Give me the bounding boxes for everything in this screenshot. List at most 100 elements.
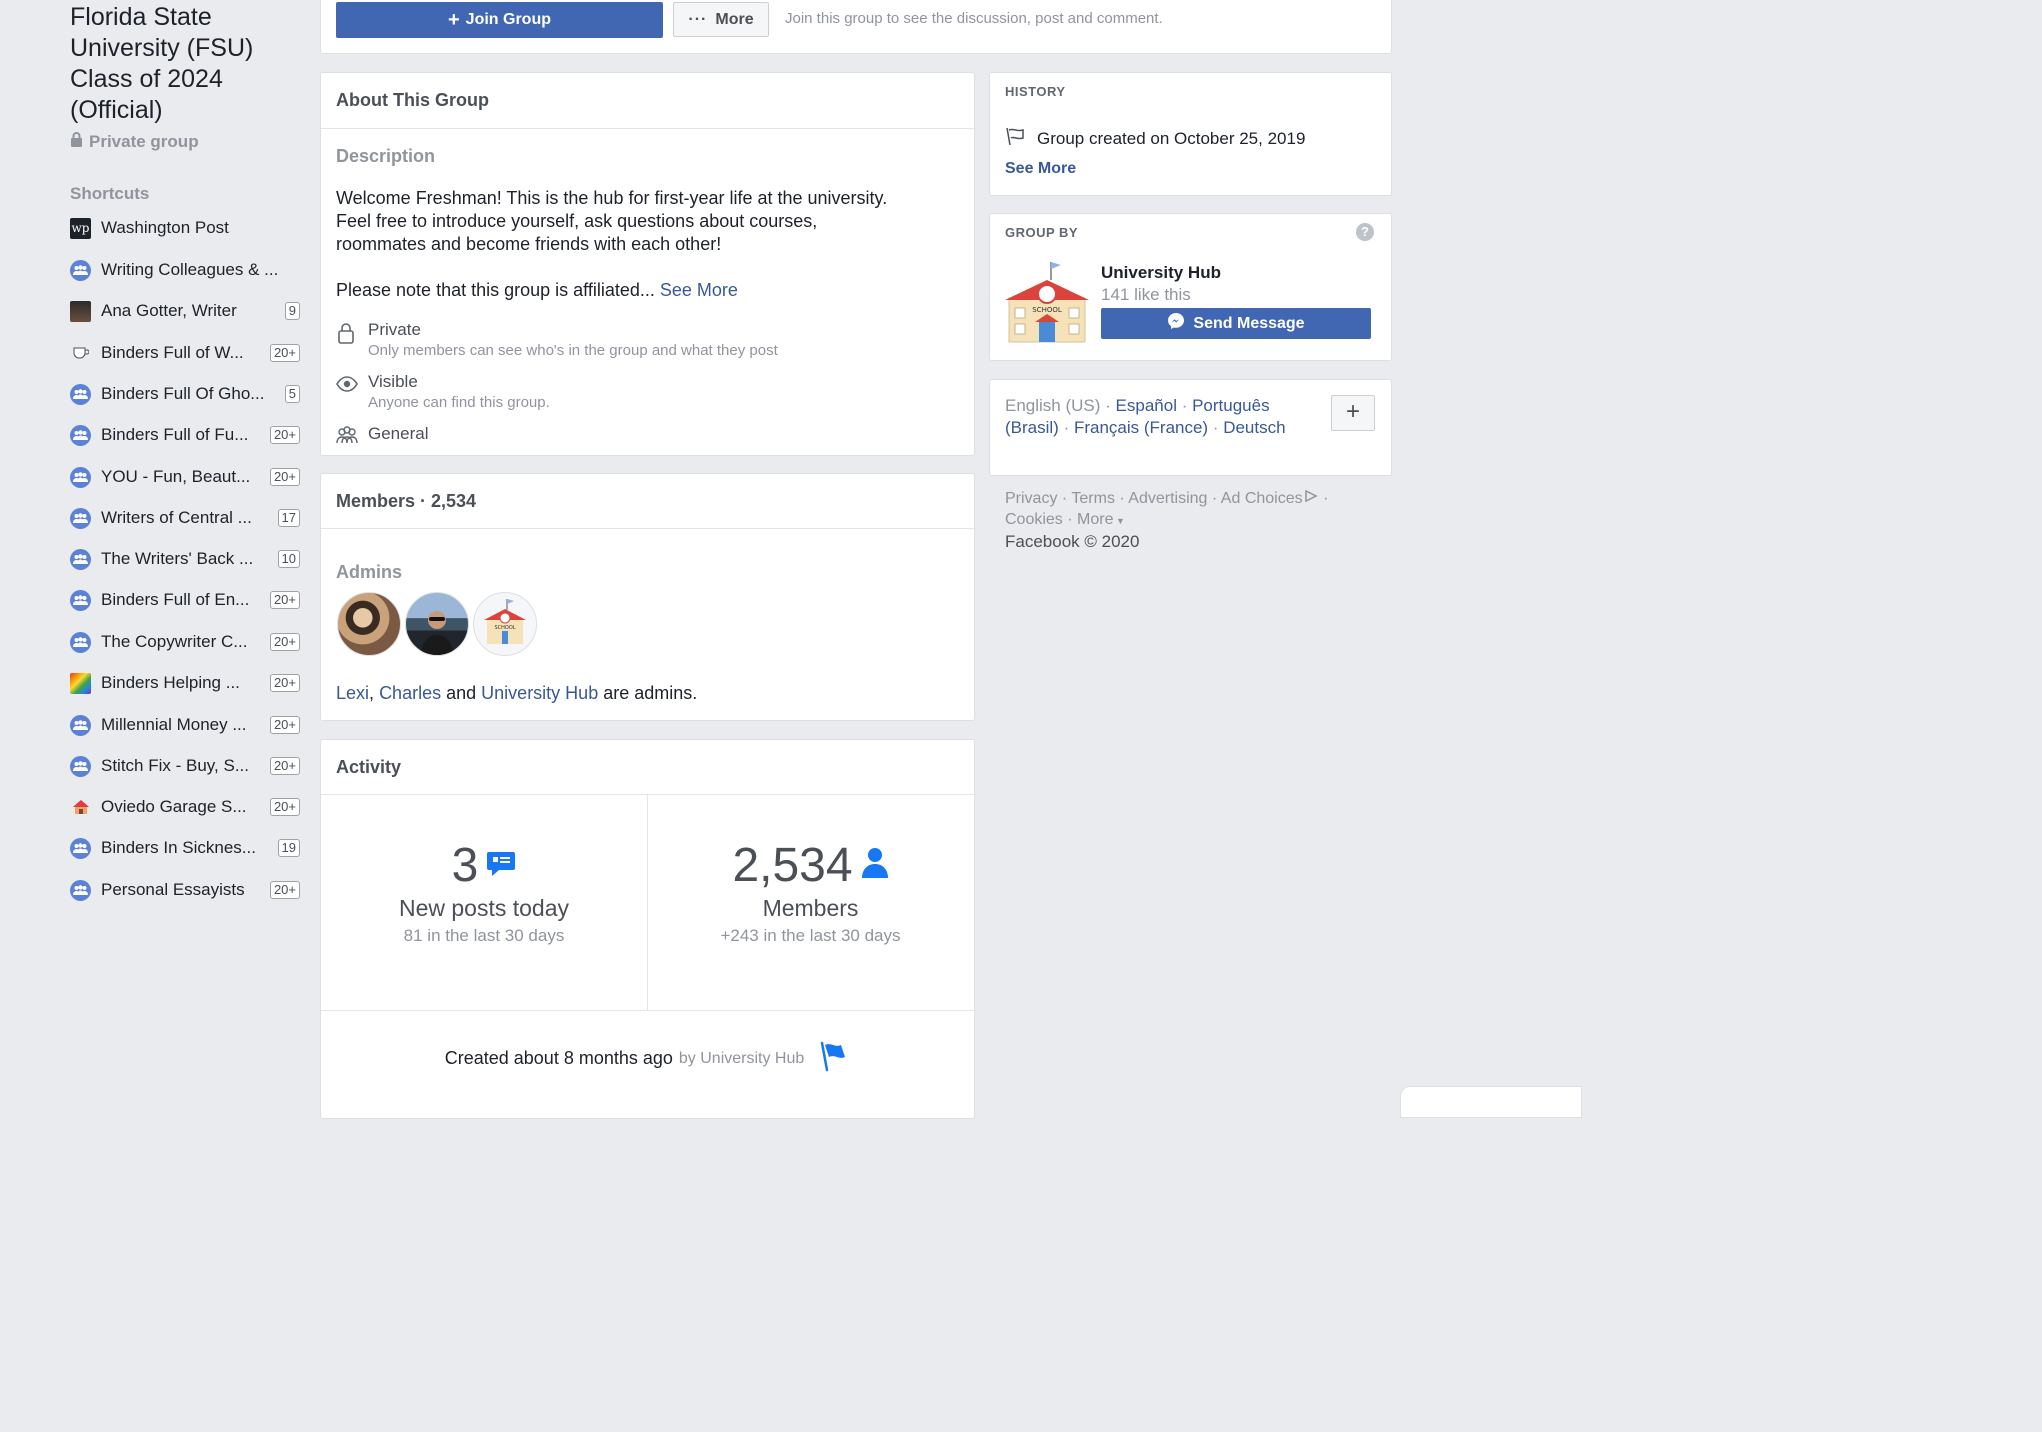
members-sub: +243 in the last 30 days [720,926,901,945]
footer-link[interactable]: More [1077,511,1113,528]
group-icon [70,548,91,570]
join-group-button[interactable]: + Join Group [336,2,663,38]
notification-badge: 20+ [269,716,300,734]
more-button[interactable]: ··· More [673,2,769,37]
footer-link[interactable]: Terms [1071,490,1115,507]
ellipsis-icon: ··· [688,10,708,28]
university-hub-logo[interactable]: SCHOOL [1003,258,1091,353]
shortcut-item[interactable]: Binders Full of W... 20+ [70,338,300,368]
footer-link[interactable]: Advertising [1128,490,1207,507]
shortcut-item[interactable]: YOU - Fun, Beaut... 20+ [70,462,300,492]
footer-link[interactable]: Privacy [1005,490,1057,507]
group-icon [70,259,91,281]
new-posts-stat: 3 New posts today 81 in the last 30 days [321,838,647,946]
shortcut-item[interactable]: Binders Helping ... 20+ [70,668,300,698]
created-line: Created about 8 months ago by University… [321,1040,974,1077]
current-language: English (US) [1005,396,1101,415]
notification-badge: 20+ [269,798,300,816]
description-text: Welcome Freshman! This is the hub for fi… [336,187,887,302]
group-icon [70,424,91,446]
shortcut-item[interactable]: Stitch Fix - Buy, S... 20+ [70,751,300,781]
description-heading: Description [336,146,436,166]
notification-badge: 20+ [269,344,300,362]
chat-dock[interactable] [1400,1086,1582,1118]
setting-private: Private Only members can see who's in th… [336,320,778,359]
see-more-link[interactable]: See More [660,280,738,300]
shortcut-item[interactable]: Personal Essayists 20+ [70,875,300,905]
page-name[interactable]: University Hub [1101,263,1221,283]
posts-label: New posts today [398,895,570,921]
shortcut-label: Personal Essayists [101,880,245,899]
shortcut-label: Binders Full of En... [101,590,250,609]
notification-badge: 20+ [269,426,300,444]
notification-badge: 5 [284,385,300,403]
shortcut-item[interactable]: Binders In Sicknes... 19 [70,833,300,863]
shortcut-label: Binders Full Of Gho... [101,384,265,403]
shortcut-item[interactable]: Writing Colleagues & ... [70,255,300,285]
shortcut-item[interactable]: Oviedo Garage S... 20+ [70,792,300,822]
group-icon [70,714,91,736]
person-icon [861,847,889,884]
help-icon[interactable]: ? [1356,223,1374,241]
group-icon [70,507,91,529]
shortcut-item[interactable]: Binders Full of Fu... 20+ [70,420,300,450]
admin-link[interactable]: University Hub [481,683,598,703]
setting-subtitle: Anyone can find this group. [368,394,550,411]
shortcut-item[interactable]: Binders Full of En... 20+ [70,585,300,615]
page-photo-icon [70,300,91,322]
notification-badge: 20+ [269,591,300,609]
shortcut-item[interactable]: The Writers' Back ... 10 [70,544,300,574]
admin-avatar[interactable]: SCHOOL [473,592,537,656]
add-language-button[interactable]: + [1331,395,1375,431]
shortcut-label: Binders Helping ... [101,673,240,692]
notification-badge: 10 [277,550,300,568]
language-option[interactable]: Español [1116,396,1177,415]
members-count: 2,534 [732,839,853,892]
language-option[interactable]: Deutsch [1223,418,1285,437]
footer-link[interactable]: Cookies [1005,511,1063,528]
admin-avatar[interactable] [337,592,401,656]
shortcut-item[interactable]: The Copywriter C... 20+ [70,627,300,657]
setting-title: Private [368,320,421,339]
shortcut-item[interactable]: Writers of Central ... 17 [70,503,300,533]
notification-badge: 9 [284,302,300,320]
history-created-text: Group created on October 25, 2019 [1037,128,1306,148]
shortcut-label: YOU - Fun, Beaut... [101,467,251,486]
language-option[interactable]: Français (France) [1074,418,1208,437]
members-heading: Members · 2,534 [336,491,477,511]
group-title: Florida State University (FSU) Class of … [70,3,254,124]
activity-heading: Activity [336,757,402,777]
admin-link[interactable]: Charles [379,683,441,703]
shortcut-item[interactable]: Millennial Money ... 20+ [70,710,300,740]
group-icon [70,631,91,653]
shortcut-item[interactable]: Ana Gotter, Writer 9 [70,296,300,326]
flag-icon [818,1040,850,1077]
affiliation-line: Please note that this group is affiliate… [336,279,887,302]
setting-general: General [336,424,428,446]
separator-comma: , [369,683,375,703]
notification-badge: 19 [277,839,300,857]
send-message-button[interactable]: Send Message [1101,308,1371,339]
shortcut-item[interactable]: wp Washington Post [70,213,300,243]
created-by: by University Hub [678,1049,805,1067]
join-hint: Join this group to see the discussion, p… [785,10,1163,27]
page-likes: 141 like this [1101,285,1191,304]
notification-badge: 20+ [269,674,300,692]
shortcut-item[interactable]: Binders Full Of Gho... 5 [70,379,300,409]
more-label: More [715,10,754,28]
copyright: Facebook © 2020 [1005,532,1140,551]
school-sign: SCHOOL [1032,306,1062,314]
history-heading: HISTORY [1005,84,1066,99]
description-line: Feel free to introduce yourself, ask que… [336,211,818,231]
footer-links: Privacy · Terms · Advertising · Ad Choic… [1005,489,1329,528]
flag-outline-icon [1005,126,1027,151]
posts-count: 3 [451,839,479,892]
setting-title: General [368,424,429,443]
admin-link[interactable]: Lexi [336,683,369,703]
description-line: Welcome Freshman! This is the hub for fi… [336,188,888,208]
footer-link[interactable]: Ad Choices [1221,490,1303,507]
history-see-more[interactable]: See More [1005,160,1076,178]
admin-avatar[interactable] [405,592,469,656]
notification-badge: 20+ [269,633,300,651]
eye-icon [336,374,358,394]
